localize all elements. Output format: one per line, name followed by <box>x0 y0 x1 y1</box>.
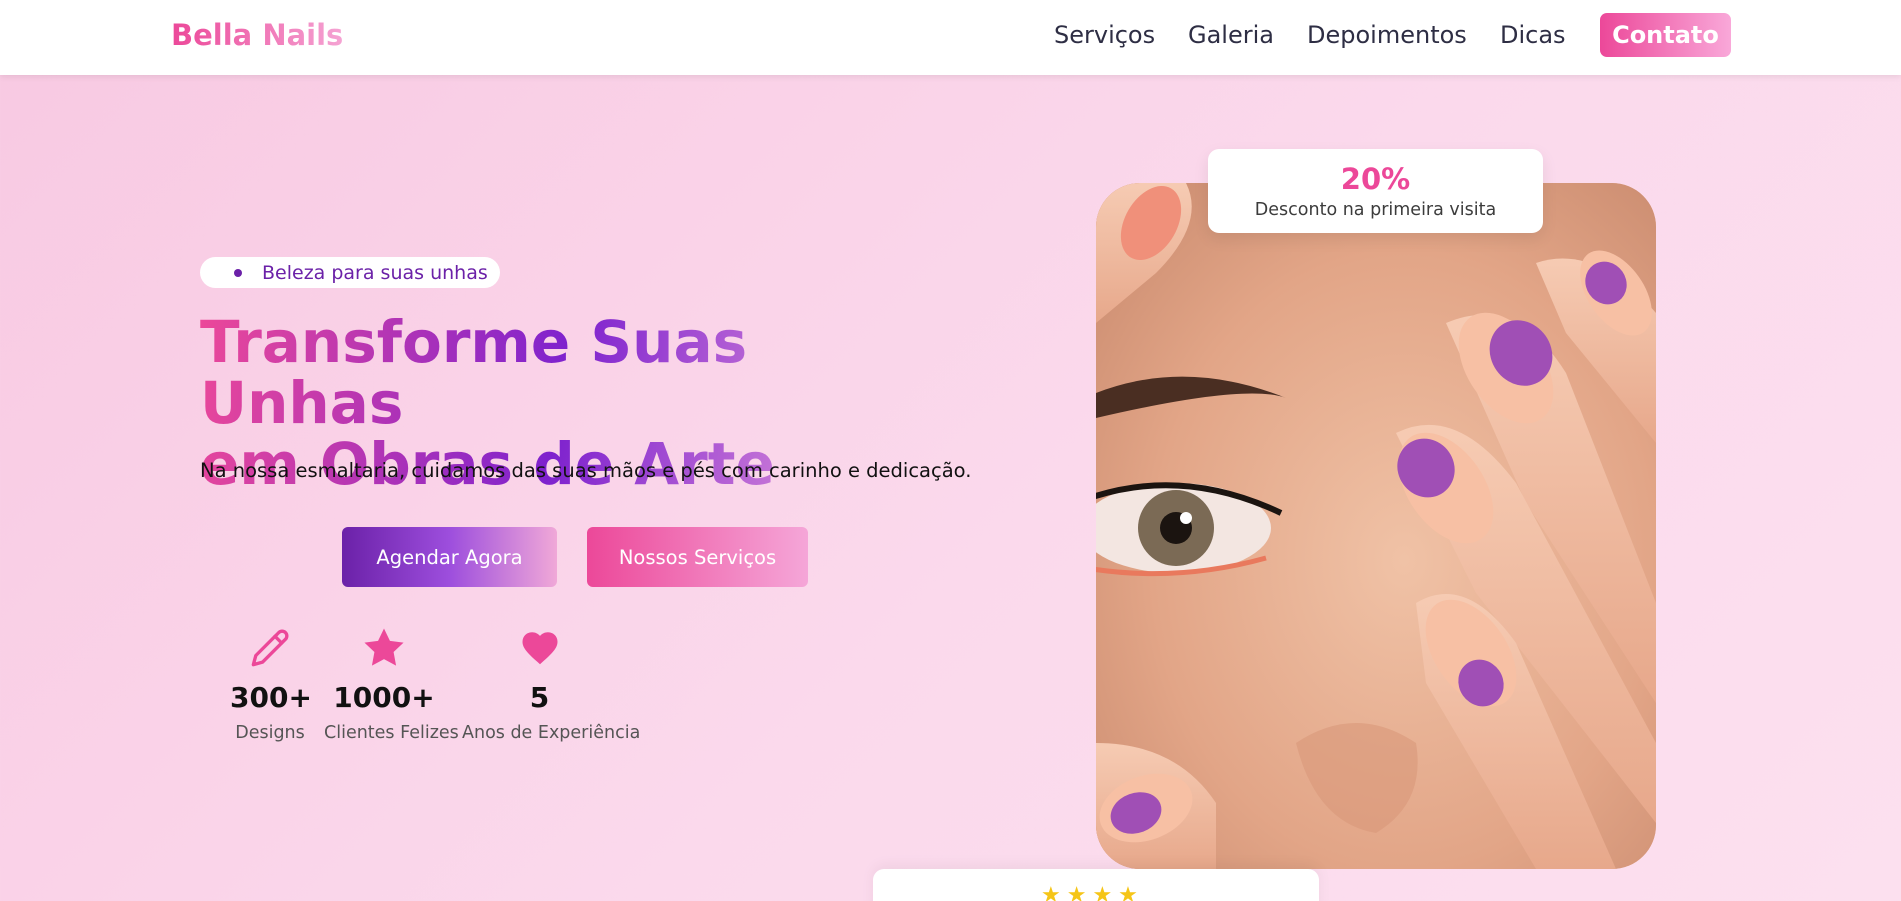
star-rating-icon: ★★★★ <box>1041 883 1144 901</box>
book-now-button[interactable]: Agendar Agora <box>342 527 557 587</box>
review-card: ★★★★ <box>873 869 1319 901</box>
discount-value: 20% <box>1340 162 1411 196</box>
contact-button[interactable]: Contato <box>1600 13 1731 57</box>
brand-logo[interactable]: Bella Nails <box>171 18 343 52</box>
nav-link-dicas[interactable]: Dicas <box>1500 21 1566 49</box>
stat-experience: 5 Anos de Experiência <box>462 625 641 743</box>
stat-label: Clientes Felizes <box>324 723 459 743</box>
discount-label: Desconto na primeira visita <box>1254 200 1497 220</box>
heart-icon <box>462 625 617 671</box>
pencil-icon <box>230 625 310 671</box>
stat-value: 5 <box>529 681 550 714</box>
hero-badge-text: Beleza para suas unhas <box>262 261 488 284</box>
hero-title-line1: Transforme Suas Unhas <box>200 308 748 437</box>
stat-designs: 300+ Designs <box>230 625 312 743</box>
stat-label: Designs <box>235 723 305 743</box>
hero-image <box>1096 183 1656 869</box>
star-icon <box>324 625 444 671</box>
hero-subtitle: Na nossa esmaltaria, cuidamos das suas m… <box>200 459 972 482</box>
stat-label: Anos de Experiência <box>462 723 641 743</box>
nav-link-depoimentos[interactable]: Depoimentos <box>1307 21 1467 49</box>
navbar: Bella Nails Serviços Galeria Depoimentos… <box>0 0 1901 75</box>
discount-card: 20% Desconto na primeira visita <box>1208 149 1543 233</box>
stat-value: 1000+ <box>333 681 435 714</box>
bullet-icon <box>234 269 242 277</box>
nav-link-galeria[interactable]: Galeria <box>1188 21 1274 49</box>
stat-clients: 1000+ Clientes Felizes <box>324 625 459 743</box>
stat-value: 300+ <box>230 681 312 714</box>
nav-link-servicos[interactable]: Serviços <box>1054 21 1155 49</box>
hero-badge: Beleza para suas unhas <box>200 257 500 288</box>
our-services-button[interactable]: Nossos Serviços <box>587 527 808 587</box>
